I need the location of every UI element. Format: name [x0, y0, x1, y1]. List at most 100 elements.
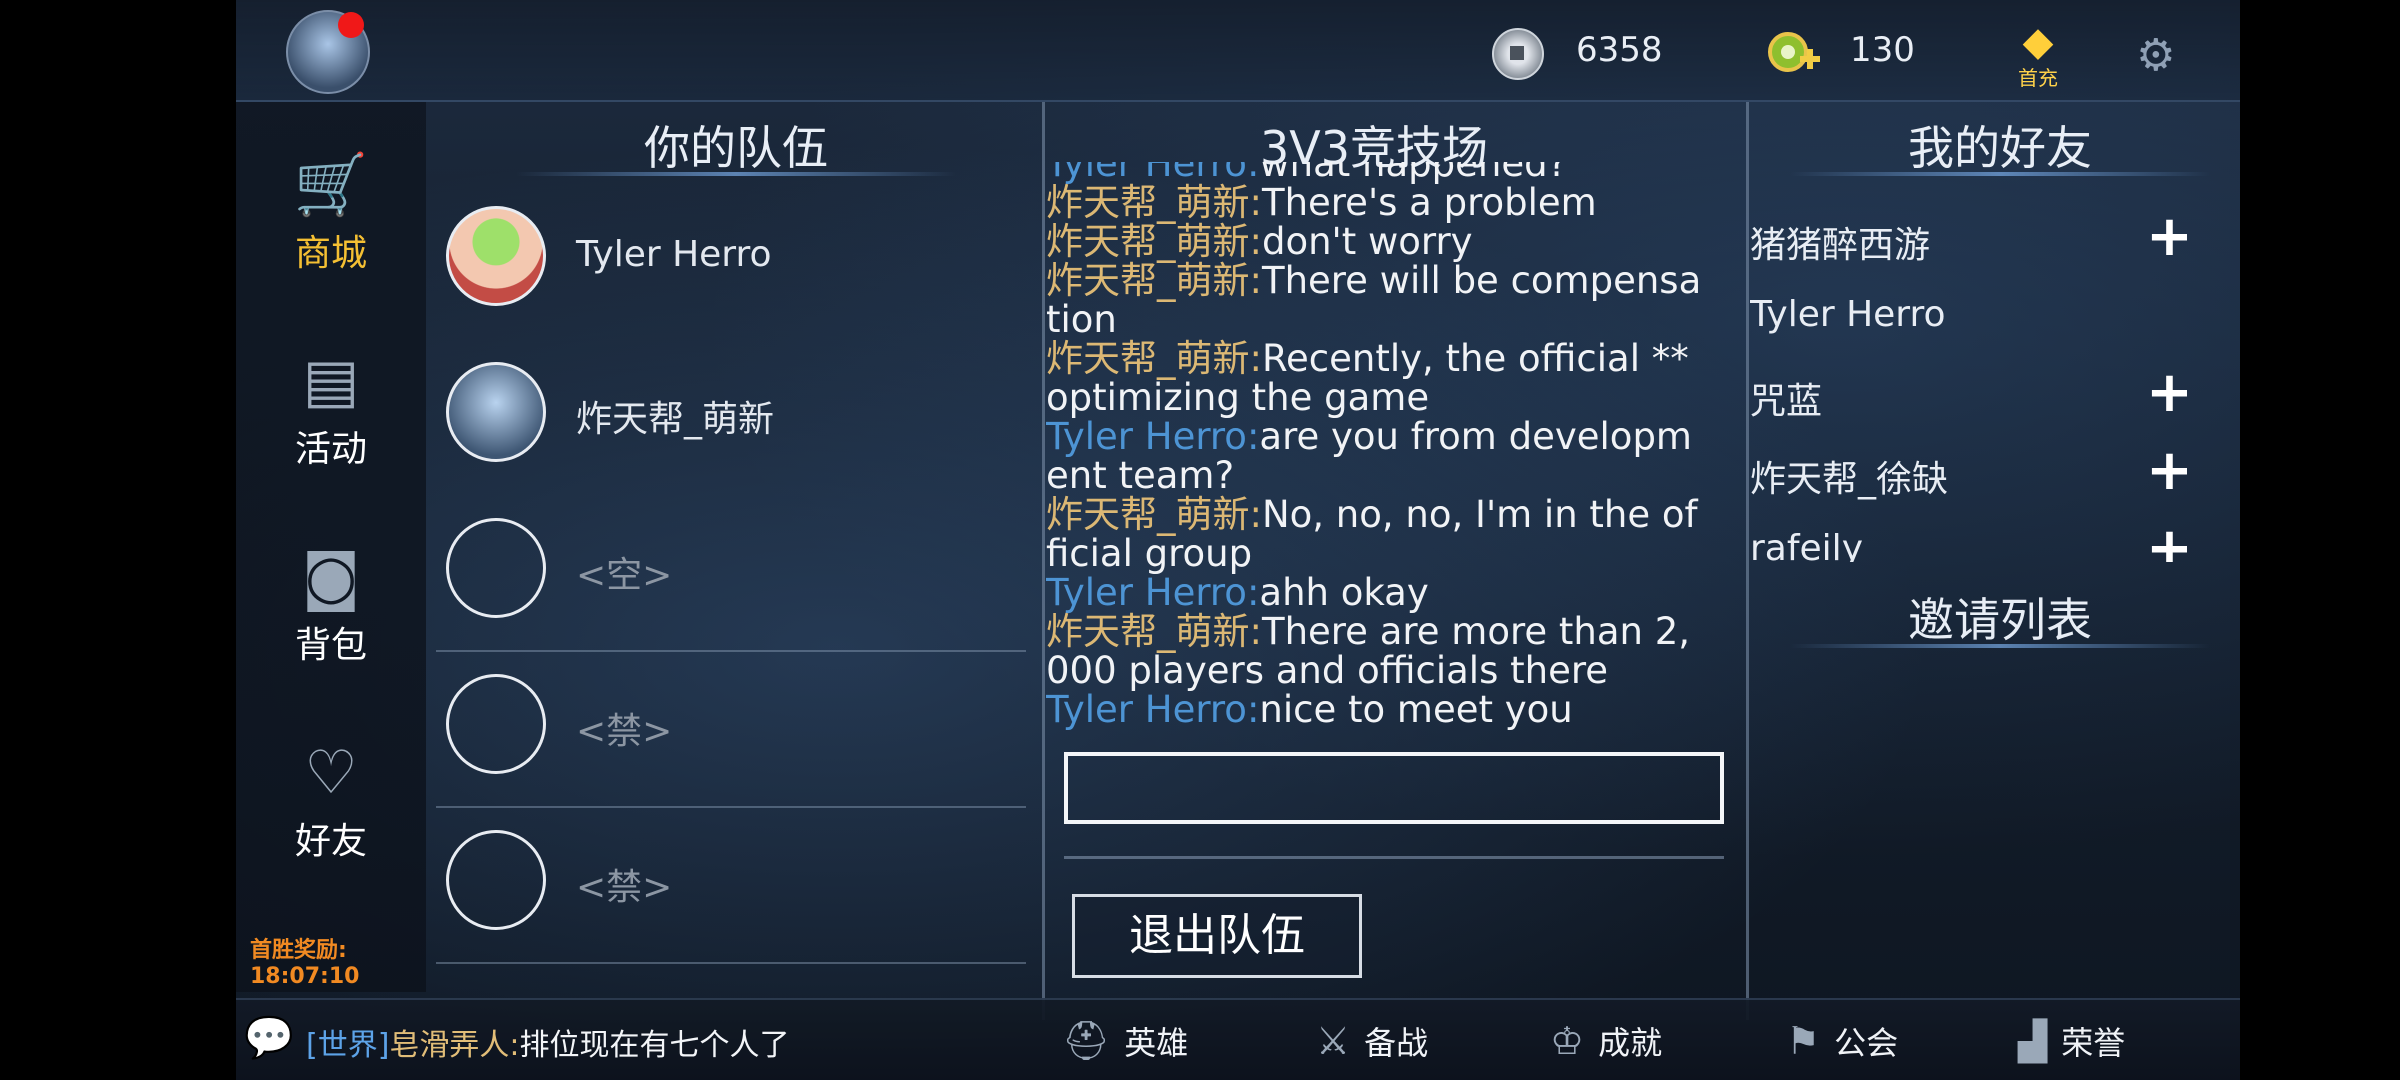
- banner-icon: ⚑: [1786, 1019, 1821, 1063]
- friend-item[interactable]: rafeily +: [1750, 516, 2193, 562]
- divider: [436, 806, 1026, 808]
- add-friend-button[interactable]: +: [2146, 516, 2193, 562]
- add-friend-button[interactable]: +: [2146, 438, 2193, 503]
- bottom-nav-achievements[interactable]: ♔ 成就: [1550, 1018, 1662, 1068]
- empty-slot-circle: [446, 674, 546, 774]
- team-member-slot[interactable]: <禁>: [436, 830, 1038, 986]
- chat-line: Tyler Herro:what happened?: [1046, 162, 1710, 183]
- bottom-nav-heroes[interactable]: ⛑ 英雄: [1062, 1018, 1188, 1068]
- divider: [1064, 856, 1724, 859]
- chat-separator: :: [1246, 415, 1260, 458]
- game-screen: 6358 130 ◆ 首充 ⚙ 🛒 商城 ▤ 活动 ◙ 背包 ♡ 好友 首胜奖励…: [236, 0, 2240, 1080]
- title-underline: [1790, 644, 2210, 648]
- add-friend-button[interactable]: +: [2146, 360, 2193, 425]
- empty-slot-circle: [446, 830, 546, 930]
- bottom-nav-prepare[interactable]: ⚔ 备战: [1316, 1018, 1428, 1068]
- team-member-slot[interactable]: <禁>: [436, 674, 1038, 830]
- member-name: 炸天帮_萌新: [576, 399, 775, 440]
- chat-speaker: Tyler Herro: [1046, 415, 1247, 458]
- nav-item-bag[interactable]: ◙ 背包: [236, 542, 426, 668]
- world-channel-tag: [世界]: [306, 1028, 390, 1063]
- team-member-slot[interactable]: Tyler Herro: [446, 206, 1038, 362]
- divider: [436, 962, 1026, 964]
- arena-panel: 3V3竞技场 Tyler Herro:what happened? 炸天帮_萌新:…: [1044, 102, 1724, 992]
- chat-separator: :: [1249, 610, 1262, 653]
- trophy-icon: ♔: [1550, 1019, 1585, 1063]
- bottom-nav-label: 公会: [1834, 1024, 1899, 1062]
- friend-name: Tyler Herro: [1750, 294, 1946, 335]
- chat-speaker: Tyler Herro: [1046, 688, 1247, 731]
- chat-speaker: 炸天帮_萌新: [1046, 181, 1250, 224]
- left-nav: 🛒 商城 ▤ 活动 ◙ 背包 ♡ 好友 首胜奖励: 18:07:10: [236, 102, 426, 992]
- chat-text: There's a problem: [1261, 181, 1597, 224]
- hearts-icon: ♡: [304, 738, 358, 808]
- chat-separator: :: [1249, 220, 1262, 263]
- gear-icon[interactable]: ⚙: [2136, 30, 2175, 81]
- member-name: <禁>: [576, 867, 673, 908]
- chat-line: 炸天帮_萌新:No, no, no, I'm in the official g…: [1046, 495, 1710, 573]
- gold-gem-add-icon[interactable]: [1764, 28, 1822, 78]
- world-speaker: 皂滑弄人:: [389, 1028, 520, 1063]
- chat-line: 炸天帮_萌新:There are more than 2,000 players…: [1046, 612, 1710, 690]
- podium-icon: ▟: [2018, 1019, 2048, 1063]
- chat-separator: :: [1249, 337, 1262, 380]
- chat-separator: :: [1246, 571, 1260, 614]
- friends-title: 我的好友: [1908, 121, 2092, 175]
- chat-speaker: 炸天帮_萌新: [1046, 493, 1250, 536]
- cart-icon: 🛒: [293, 150, 369, 220]
- chat-separator: :: [1246, 688, 1260, 731]
- bag-icon: ◙: [301, 542, 361, 612]
- friend-item[interactable]: 猪猪醉西游 +: [1750, 212, 2193, 276]
- nav-item-shop[interactable]: 🛒 商城: [236, 150, 426, 276]
- coin-count: 6358: [1576, 30, 1663, 70]
- member-name: <空>: [576, 555, 673, 596]
- world-chat-message[interactable]: [世界]皂滑弄人:排位现在有七个人了: [306, 1020, 790, 1064]
- gem-count: 130: [1850, 30, 1915, 70]
- chat-line: 炸天帮_萌新:There's a problem: [1046, 183, 1710, 222]
- member-avatar: [446, 362, 546, 462]
- reward-label: 首胜奖励:: [250, 938, 347, 963]
- friends-list[interactable]: 猪猪醉西游 + Tyler Herro 咒蓝 + 炸天帮_徐缺 + rafeil…: [1750, 212, 2240, 562]
- chat-speaker: 炸天帮_萌新: [1046, 337, 1250, 380]
- chat-log[interactable]: Tyler Herro:what happened? 炸天帮_萌新:There's…: [1046, 162, 1710, 848]
- friend-item[interactable]: 炸天帮_徐缺 +: [1750, 438, 2193, 510]
- nav-item-events[interactable]: ▤ 活动: [236, 346, 426, 472]
- first-pay-button[interactable]: ◆ 首充: [2008, 22, 2068, 92]
- team-panel: 你的队伍 Tyler Herro 炸天帮_萌新 <空> <禁> <禁>: [426, 102, 1038, 992]
- first-pay-label: 首充: [2018, 66, 2058, 90]
- nav-item-friends[interactable]: ♡ 好友: [236, 738, 426, 864]
- team-member-slot[interactable]: <空>: [436, 518, 1038, 674]
- friend-name: rafeily: [1750, 528, 1863, 562]
- empty-slot-circle: [446, 518, 546, 618]
- nav-label: 好友: [294, 821, 367, 862]
- member-avatar: [446, 206, 546, 306]
- chat-separator: :: [1249, 259, 1262, 302]
- team-member-slot[interactable]: 炸天帮_萌新: [446, 362, 1038, 518]
- bottom-nav-honor[interactable]: ▟ 荣誉: [2018, 1018, 2125, 1068]
- chat-bubble-icon[interactable]: 💬: [244, 1014, 294, 1061]
- chat-separator: :: [1249, 493, 1262, 536]
- chat-line: Tyler Herro:are you from development tea…: [1046, 417, 1710, 495]
- sword-icon: ⚔: [1316, 1019, 1351, 1063]
- silver-coin-icon: [1492, 28, 1544, 80]
- friend-name: 炸天帮_徐缺: [1750, 459, 1949, 500]
- chat-line: 炸天帮_萌新:Recently, the official ** optimiz…: [1046, 339, 1710, 417]
- bottom-bar: 💬 [世界]皂滑弄人:排位现在有七个人了 ⛑ 英雄 ⚔ 备战 ♔ 成就 ⚑ 公会 ▟ 荣誉: [236, 998, 2240, 1080]
- chat-text: ahh okay: [1259, 571, 1429, 614]
- chat-speaker: 炸天帮_萌新: [1046, 259, 1250, 302]
- panel-divider: [1746, 102, 1749, 1020]
- chat-line: Tyler Herro:ahh okay: [1046, 573, 1710, 612]
- friend-item[interactable]: Tyler Herro: [1750, 294, 2190, 354]
- first-win-reward: 首胜奖励: 18:07:10: [250, 938, 359, 990]
- friend-item[interactable]: 咒蓝 +: [1750, 360, 2193, 432]
- bottom-nav-label: 英雄: [1124, 1024, 1189, 1062]
- top-bar: 6358 130 ◆ 首充 ⚙: [236, 0, 2240, 102]
- chat-speaker: Tyler Herro: [1046, 571, 1247, 614]
- chat-input[interactable]: [1064, 752, 1724, 824]
- leave-team-button[interactable]: 退出队伍: [1072, 894, 1362, 978]
- bottom-nav-guild[interactable]: ⚑ 公会: [1786, 1018, 1898, 1068]
- notepad-icon: ▤: [302, 346, 360, 416]
- title-underline: [1790, 172, 2210, 176]
- friend-name: 咒蓝: [1750, 381, 1823, 422]
- add-friend-button[interactable]: +: [2146, 212, 2193, 269]
